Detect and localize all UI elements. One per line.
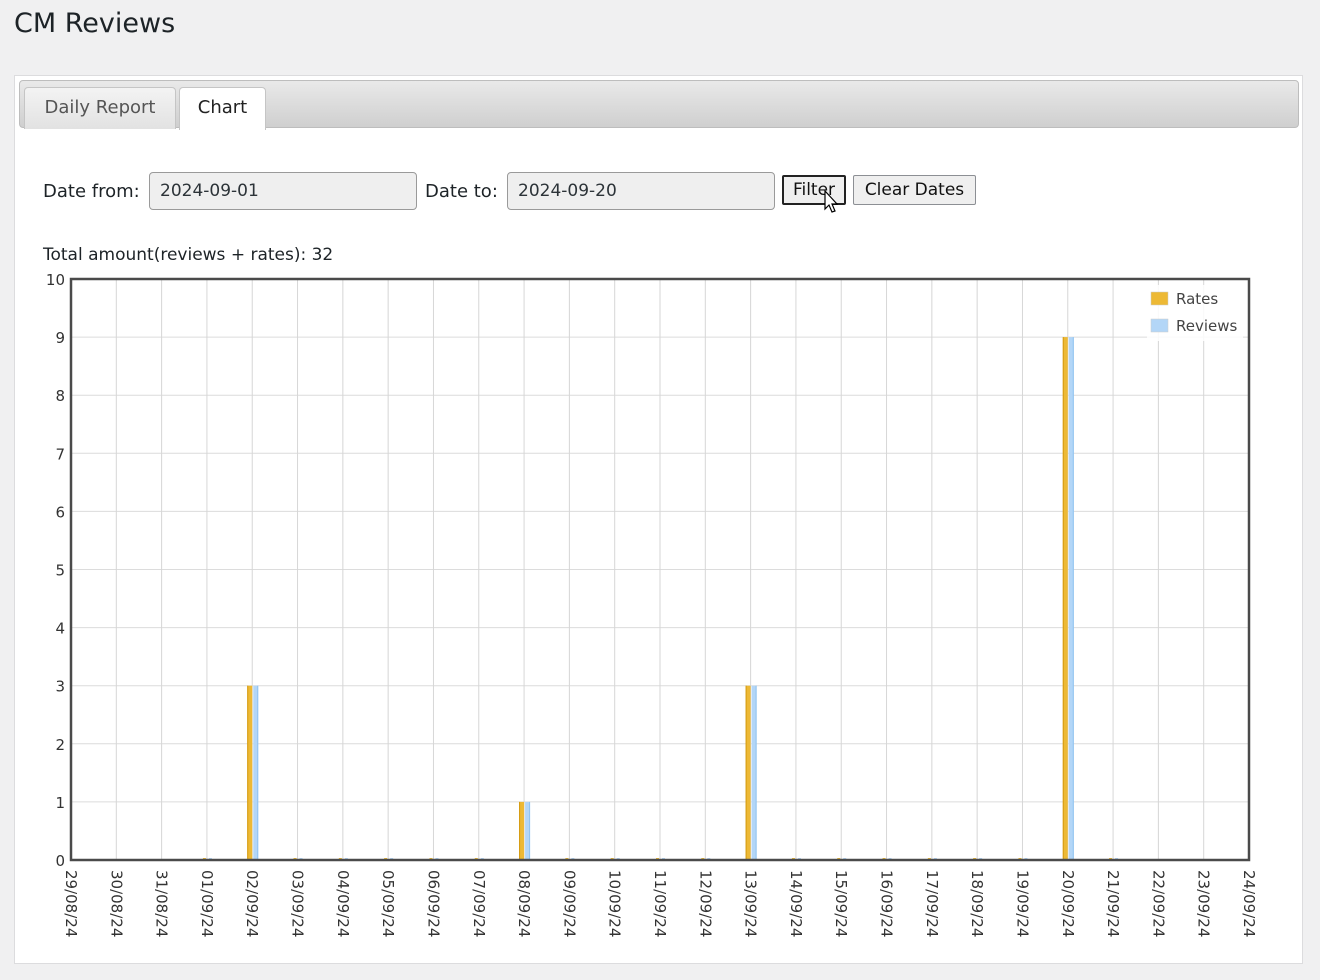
x-tick-label: 11/09/24 [651, 870, 669, 937]
x-tick-label: 08/09/24 [515, 870, 533, 937]
x-tick-label: 24/09/24 [1240, 870, 1258, 937]
bar-edge [1062, 337, 1064, 861]
x-tick-label: 02/09/24 [243, 870, 261, 937]
y-tick-label: 3 [55, 678, 65, 696]
legend-swatch-reviews [1150, 318, 1169, 333]
x-tick-label: 09/09/24 [560, 870, 578, 937]
x-tick-label: 23/09/24 [1195, 870, 1213, 937]
x-tick-label: 16/09/24 [878, 870, 896, 937]
y-tick-label: 7 [55, 445, 65, 463]
date-from-input[interactable] [149, 172, 417, 210]
legend-label-rates: Rates [1176, 290, 1218, 308]
tab-bar: Daily Report Chart [19, 80, 1299, 130]
x-tick-label: 14/09/24 [787, 870, 805, 937]
page-title: CM Reviews [14, 8, 176, 39]
x-tick-label: 15/09/24 [832, 870, 850, 937]
clear-dates-button[interactable]: Clear Dates [853, 175, 976, 205]
bar-edge [529, 801, 531, 860]
mouse-cursor-icon [824, 190, 839, 213]
bar-edge [755, 685, 757, 860]
y-tick-label: 9 [55, 329, 65, 347]
y-tick-label: 8 [55, 387, 65, 405]
y-tick-label: 6 [55, 503, 65, 521]
x-tick-label: 17/09/24 [923, 870, 941, 937]
x-tick-label: 22/09/24 [1149, 870, 1167, 937]
y-tick-label: 4 [55, 620, 65, 638]
main-panel: Daily Report Chart Date from: Date to: F… [14, 75, 1303, 964]
bar-edge [1072, 337, 1074, 861]
bar-edge [247, 685, 249, 860]
x-tick-label: 04/09/24 [334, 870, 352, 937]
x-tick-label: 29/08/24 [62, 870, 80, 937]
tab-daily-report[interactable]: Daily Report [24, 87, 176, 129]
x-tick-label: 06/09/24 [424, 870, 442, 937]
y-tick-label: 1 [55, 794, 65, 812]
x-tick-label: 12/09/24 [696, 870, 714, 937]
bar-edge [745, 685, 747, 860]
bar-edge [519, 801, 521, 860]
y-tick-label: 0 [55, 852, 65, 870]
x-tick-label: 31/08/24 [153, 870, 171, 937]
x-tick-label: 21/09/24 [1104, 870, 1122, 937]
x-tick-label: 03/09/24 [289, 870, 307, 937]
bar-edge [257, 685, 259, 860]
x-tick-label: 19/09/24 [1013, 870, 1031, 937]
x-tick-label: 07/09/24 [470, 870, 488, 937]
x-tick-label: 05/09/24 [379, 870, 397, 937]
x-tick-label: 18/09/24 [968, 870, 986, 937]
legend-label-reviews: Reviews [1176, 317, 1238, 335]
x-tick-label: 01/09/24 [198, 870, 216, 937]
date-to-label: Date to: [425, 181, 498, 202]
x-tick-label: 20/09/24 [1059, 870, 1077, 937]
date-from-label: Date from: [43, 181, 140, 202]
y-tick-label: 5 [55, 562, 65, 580]
y-tick-label: 2 [55, 736, 65, 754]
y-tick-label: 10 [46, 271, 65, 289]
tab-chart[interactable]: Chart [179, 87, 266, 130]
reviews-bar-chart: 0 1 2 3 4 5 6 7 8 9 10 29/08/24 30/08/24 31/08/24 01/0… [46, 271, 1258, 937]
legend-swatch-rates [1150, 291, 1169, 306]
x-tick-label: 10/09/24 [606, 870, 624, 937]
x-tick-label: 30/08/24 [107, 870, 125, 937]
date-to-input[interactable] [507, 172, 775, 210]
x-tick-label: 13/09/24 [742, 870, 760, 937]
